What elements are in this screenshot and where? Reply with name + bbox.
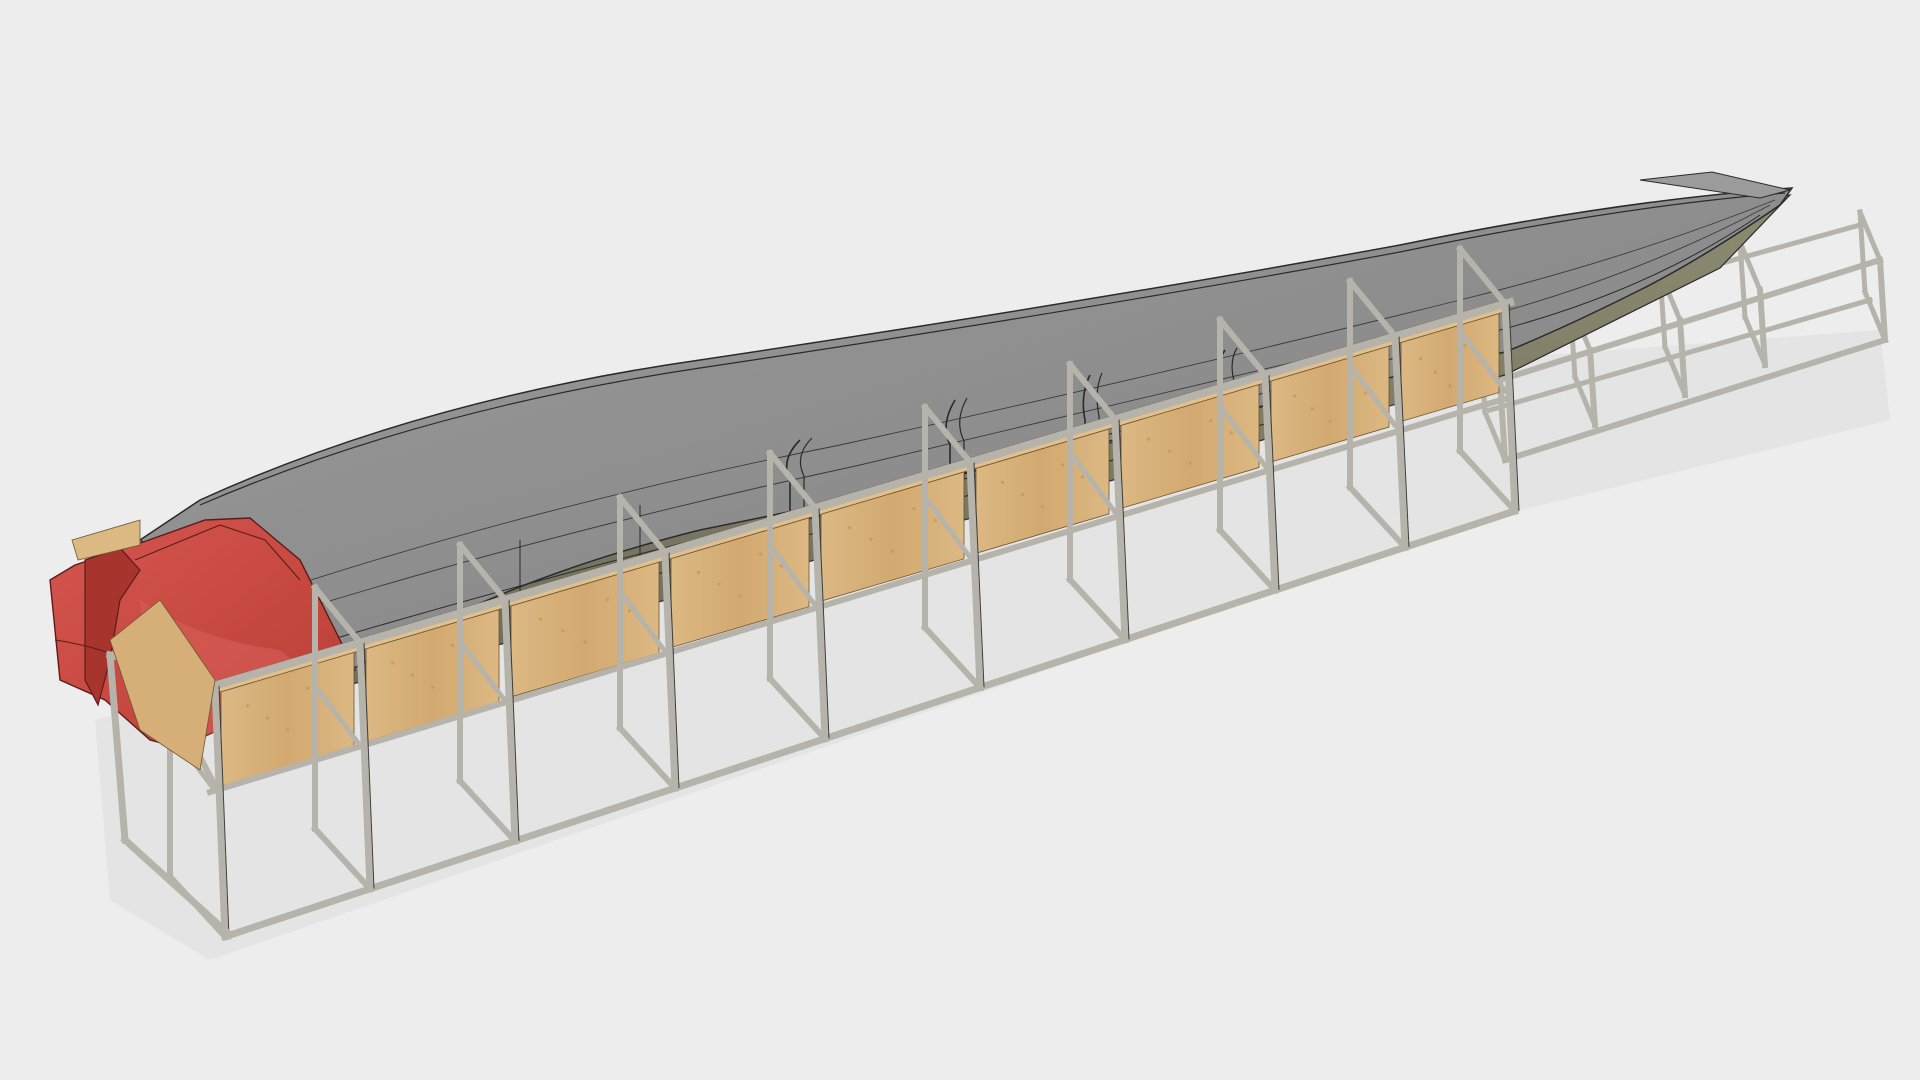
plywood-grain bbox=[1448, 384, 1452, 388]
plywood-grain bbox=[1293, 394, 1297, 398]
plywood-grain bbox=[1310, 407, 1314, 411]
model-canvas[interactable] bbox=[0, 0, 1920, 1080]
plywood-grain bbox=[605, 597, 609, 602]
plywood-grain bbox=[583, 640, 587, 644]
plywood-grain bbox=[1080, 475, 1084, 479]
plywood-grain bbox=[1419, 357, 1423, 361]
plywood-grain bbox=[717, 582, 721, 586]
plywood-grain bbox=[890, 549, 895, 553]
plywood-grain bbox=[1433, 370, 1437, 374]
plywood-grain bbox=[410, 673, 415, 677]
plywood-grain bbox=[391, 661, 395, 665]
plywood-grain bbox=[430, 685, 435, 689]
plywood-grain bbox=[1363, 391, 1367, 395]
plywood-grain bbox=[1188, 461, 1192, 465]
plywood-grain bbox=[450, 643, 455, 647]
plywood-grain bbox=[738, 594, 742, 598]
plywood-grain bbox=[848, 526, 852, 530]
plywood-grain bbox=[1463, 344, 1467, 348]
plywood-grain bbox=[933, 518, 938, 522]
plywood-grain bbox=[539, 617, 543, 621]
plywood-grain bbox=[246, 704, 250, 708]
plywood-grain bbox=[1328, 419, 1332, 424]
plywood-grain bbox=[1147, 437, 1151, 441]
plywood-grain bbox=[561, 629, 565, 633]
plywood-grain bbox=[1020, 492, 1025, 497]
plywood-grain bbox=[912, 507, 916, 511]
plywood-grain bbox=[285, 728, 290, 732]
plywood-grain bbox=[697, 570, 701, 575]
plywood-grain bbox=[1209, 419, 1213, 423]
plywood-grain bbox=[869, 537, 873, 541]
plywood-grain bbox=[1040, 505, 1045, 509]
plywood-grain bbox=[305, 686, 310, 690]
plywood-grain bbox=[1060, 463, 1065, 467]
plywood-grain bbox=[1001, 480, 1005, 485]
3d-viewport[interactable] bbox=[0, 0, 1920, 1080]
plywood-grain bbox=[1229, 431, 1233, 435]
plywood-grain bbox=[265, 716, 270, 720]
plywood-grain bbox=[627, 609, 632, 613]
plywood-grain bbox=[1167, 449, 1171, 453]
plywood-grain bbox=[759, 552, 763, 556]
